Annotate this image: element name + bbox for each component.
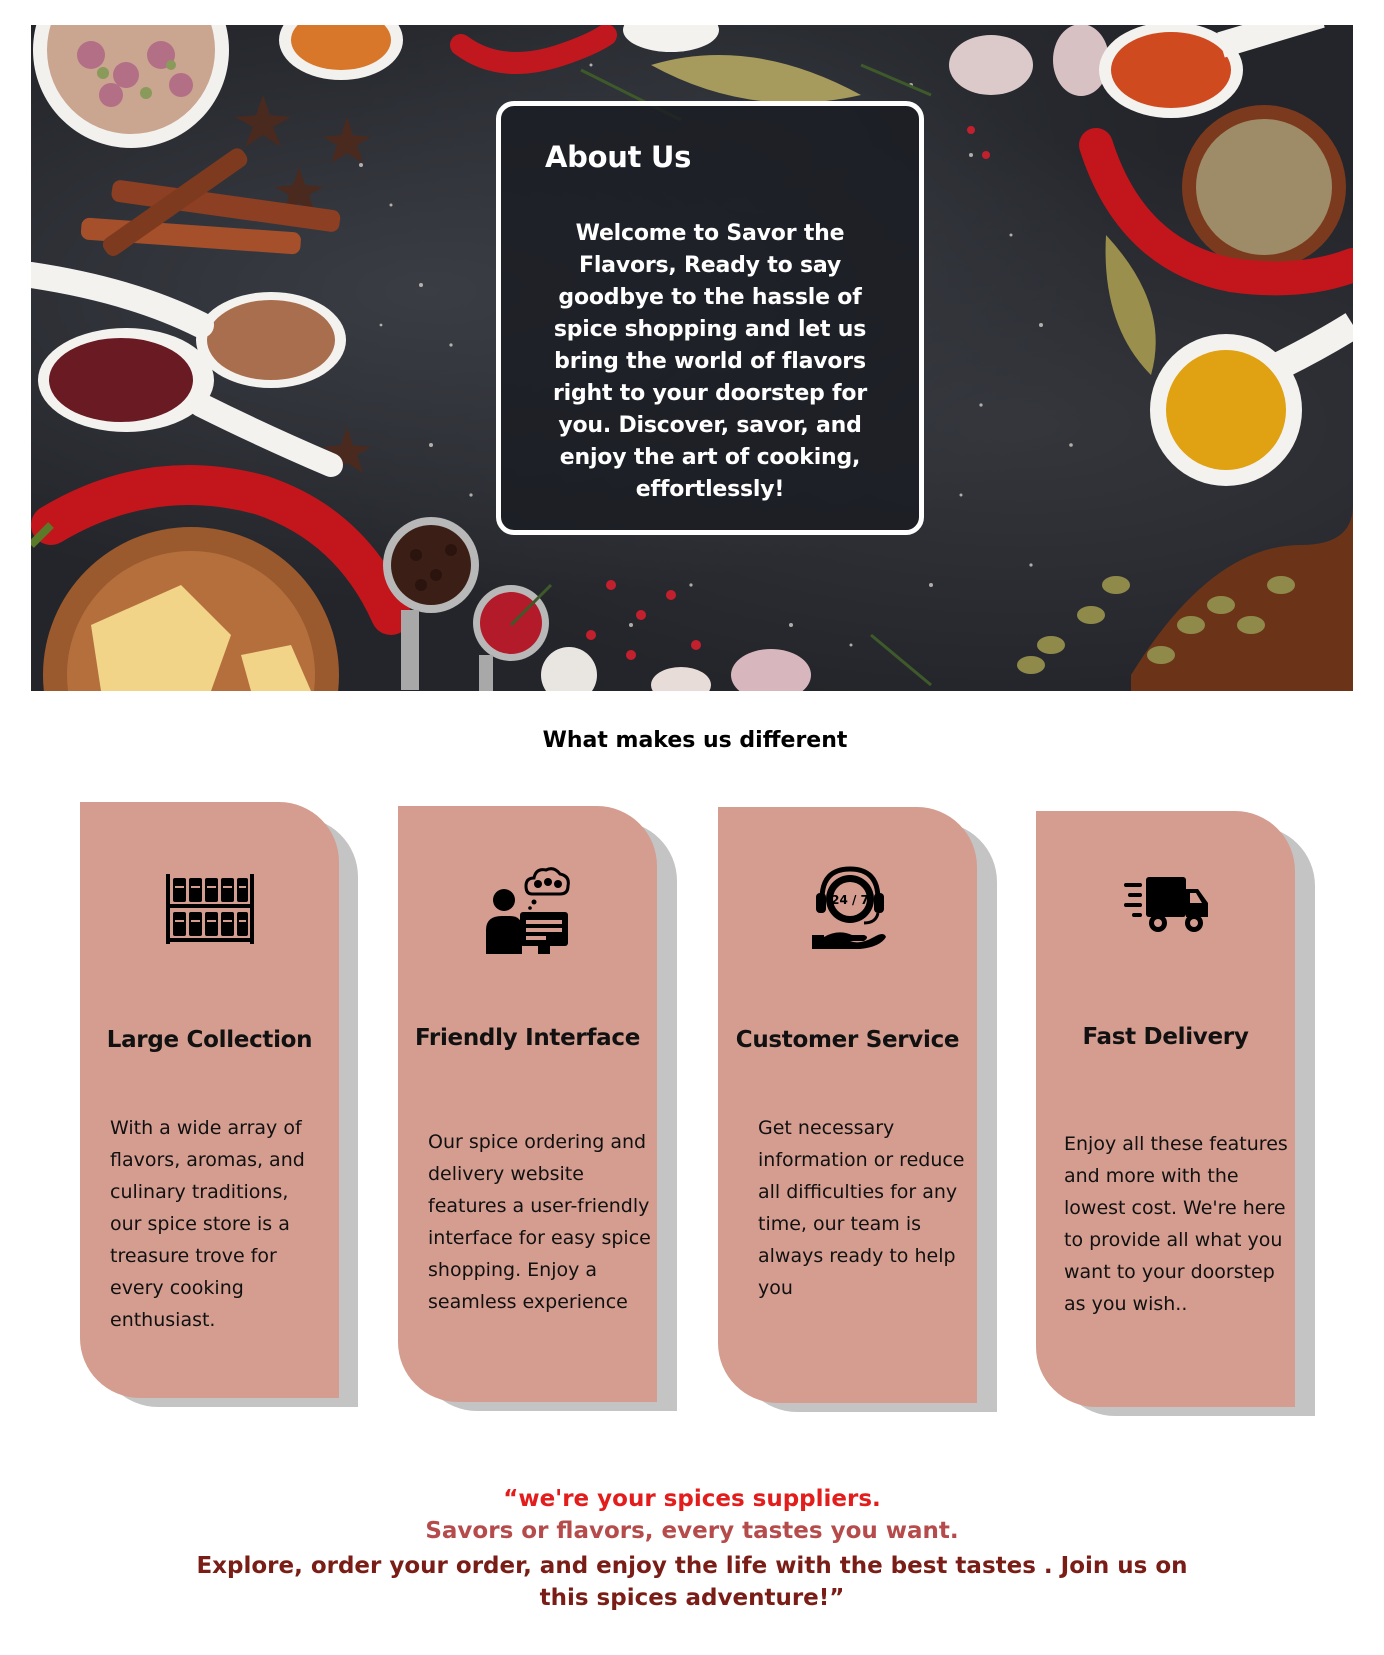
card-text: Enjoy all these features and more with t… [1064,1133,1288,1315]
quote-line-2: Savors or flavors, every tastes you want… [425,1518,959,1544]
about-us-card: About Us Welcome to Savor the Flavors, R… [496,101,924,535]
feature-card-fast-delivery: Fast Delivery Enjoy all these features a… [1036,811,1295,1407]
support-hours-label: 24 / 7 [831,893,869,907]
card-title: Fast Delivery [1082,1024,1249,1050]
about-us-text: Welcome to Savor the Flavors, Ready to s… [553,221,867,502]
user-computer-icon [485,867,570,954]
card-title: Friendly Interface [414,1025,641,1051]
quote-line-3: Explore, order your order, and enjoy the… [196,1553,1188,1611]
card-title: Large Collection [106,1027,313,1053]
card-text: Our spice ordering and delivery website … [428,1131,651,1313]
support-24-7-icon: 24 / 7 [811,866,886,949]
feature-card-large-collection: Large Collection With a wide array of fl… [80,802,339,1398]
card-title: Customer Service [735,1027,960,1053]
card-text: With a wide array of flavors, aromas, an… [110,1117,305,1331]
quote-line-1: “we're your spices suppliers. [503,1486,881,1512]
about-us-title: About Us [545,140,692,174]
feature-card-customer-service: 24 / 7 Customer Service Get necessary in… [718,807,977,1403]
card-text: Get necessary information or reduce all … [758,1117,965,1299]
feature-card-friendly-interface: Friendly Interface Our spice ordering an… [398,806,657,1402]
hero-banner: About Us Welcome to Savor the Flavors, R… [31,25,1353,691]
delivery-truck-icon [1123,877,1208,932]
section-heading: What makes us different [542,728,848,753]
spice-rack-icon [165,874,254,944]
